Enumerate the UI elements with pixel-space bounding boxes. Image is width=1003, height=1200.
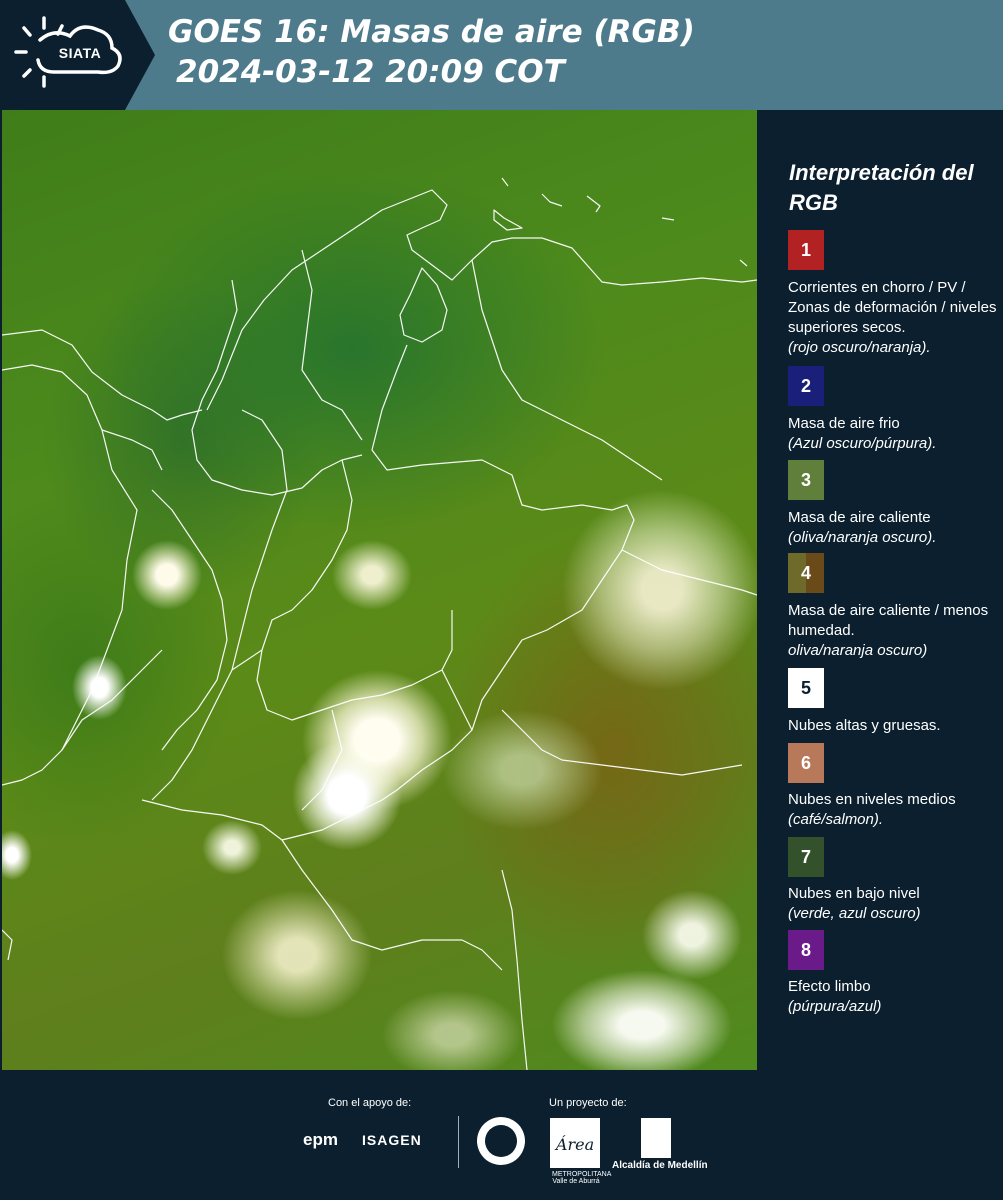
legend-item-text: Masa de aire caliente / menos humedad. [788, 602, 989, 639]
legend-item-text: Masa de aire caliente [788, 509, 931, 526]
logo-label: SIATA [58, 45, 102, 61]
legend-title: Interpretación del RGB [789, 160, 974, 215]
legend-item-note: (verde, azul oscuro) [788, 905, 921, 922]
legend-badge-6: 6 [788, 743, 824, 783]
svg-text:Área: Área [554, 1134, 594, 1154]
legend-item-6: Nubes en niveles medios (café/salmon). [788, 790, 998, 830]
legend-item-text: Nubes en niveles medios [788, 791, 956, 808]
alcaldia-logo-label: Alcaldía de Medellín [612, 1160, 708, 1171]
country-borders [2, 177, 757, 1070]
footer: Con el apoyo de: Un proyecto de: epm ISA… [0, 1070, 1003, 1200]
legend-item-7: Nubes en bajo nivel (verde, azul oscuro) [788, 884, 998, 924]
satellite-map [2, 110, 757, 1070]
footer-divider [458, 1116, 459, 1168]
legend-item-note: (café/salmon). [788, 811, 884, 828]
page-timestamp: 2024-03-12 20:09 COT [176, 54, 565, 90]
legend-item-text: Nubes en bajo nivel [788, 885, 920, 902]
header: SIATA GOES 16: Masas de aire (RGB) 2024-… [0, 0, 1003, 110]
legend-item-4: Masa de aire caliente / menos humedad. o… [788, 601, 998, 661]
legend-badge-7: 7 [788, 837, 824, 877]
legend-item-8: Efecto limbo (púrpura/azul) [788, 977, 998, 1017]
legend-badge-1: 1 [788, 230, 824, 270]
university-seal-logo [477, 1117, 525, 1165]
area-metropolitana-mark-icon: Área [554, 1134, 594, 1154]
isagen-logo: ISAGEN [362, 1132, 422, 1148]
legend-item-note: (púrpura/azul) [788, 998, 882, 1015]
legend-item-note: (rojo oscuro/naranja). [788, 339, 931, 356]
seal-emblem-icon [485, 1125, 517, 1157]
legend-badge-8: 8 [788, 930, 824, 970]
support-label: Con el apoyo de: [328, 1097, 412, 1109]
legend-item-note: oliva/naranja oscuro) [788, 642, 928, 659]
legend-item-text: Corrientes en chorro / PV / Zonas de def… [788, 279, 997, 336]
legend-badge-4: 4 [788, 553, 824, 593]
legend-item-note: (Azul oscuro/púrpura). [788, 435, 937, 452]
legend-item-text: Masa de aire frio [788, 415, 900, 432]
alcaldia-shield-icon [641, 1118, 671, 1158]
area-metropolitana-logo: Área [550, 1118, 600, 1168]
page-title: GOES 16: Masas de aire (RGB) [168, 14, 695, 50]
legend-item-5: Nubes altas y gruesas. [788, 716, 998, 736]
legend-item-note: (oliva/naranja oscuro). [788, 529, 937, 546]
project-label: Un proyecto de: [549, 1097, 627, 1109]
legend-badge-2: 2 [788, 366, 824, 406]
legend-badge-3: 3 [788, 460, 824, 500]
legend-panel: Interpretación del RGB 1 Corrientes en c… [760, 110, 1003, 1070]
legend-item-2: Masa de aire frio (Azul oscuro/púrpura). [788, 414, 998, 454]
legend-item-text: Efecto limbo [788, 978, 871, 995]
legend-item-1: Corrientes en chorro / PV / Zonas de def… [788, 278, 998, 358]
legend-badge-5: 5 [788, 668, 824, 708]
legend-item-text: Nubes altas y gruesas. [788, 717, 941, 734]
legend-item-3: Masa de aire caliente (oliva/naranja osc… [788, 508, 998, 548]
epm-logo: epm [303, 1130, 338, 1149]
area-metropolitana-subtitle: METROPOLITANA Valle de Aburrá [552, 1171, 612, 1185]
siata-logo: SIATA [0, 0, 155, 110]
